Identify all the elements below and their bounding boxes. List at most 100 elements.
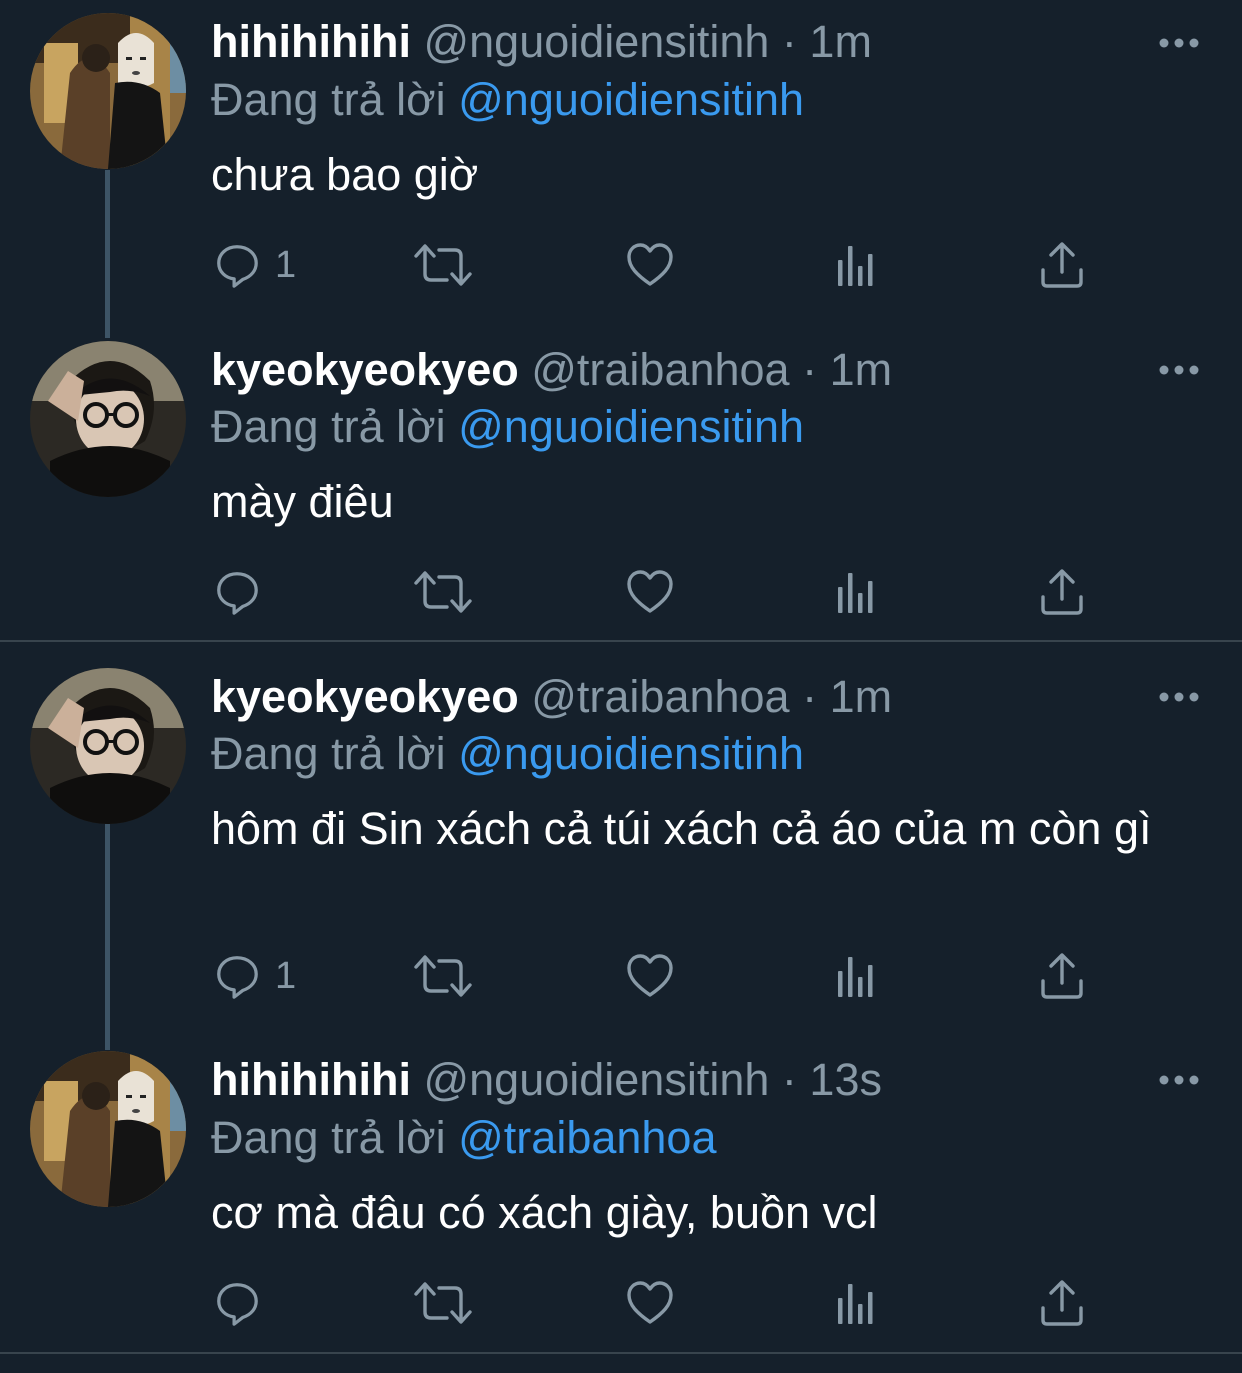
replying-to: Đang trả lời @nguoidiensitinh [211,726,804,782]
divider [0,640,1242,642]
tweet-text: cơ mà đâu có xách giày, buồn vcl [211,1187,878,1238]
tweet-text: chưa bao giờ [211,149,479,200]
display-name[interactable]: hihihihihi [211,16,411,67]
display-name[interactable]: hihihihihi [211,1054,411,1105]
tweet-actions: 1 [0,951,1242,1001]
share-button[interactable] [1037,567,1087,617]
like-icon [625,240,675,290]
more-icon[interactable] [1158,36,1200,50]
replying-to-label: Đang trả lời [211,728,446,779]
avatar-noface-image [30,1051,186,1207]
tweet[interactable]: kyeokyeokyeo @traibanhoa · 1m Đang trả l… [0,327,1242,641]
reply-icon [213,1279,261,1327]
replying-to: Đang trả lời @traibanhoa [211,1110,716,1166]
like-icon [625,567,675,617]
tweet-actions [0,1278,1242,1328]
tweet-actions [0,567,1242,617]
like-icon [625,951,675,1001]
replying-to: Đang trả lời @nguoidiensitinh [211,72,804,128]
avatar-glasses-image [30,341,186,497]
analytics-button[interactable] [834,240,878,290]
analytics-button[interactable] [834,567,878,617]
avatar[interactable] [30,1051,186,1207]
mention-link[interactable]: @traibanhoa [458,1112,716,1163]
share-button[interactable] [1037,951,1087,1001]
reply-button[interactable] [213,567,275,617]
analytics-icon [834,951,878,1001]
retweet-icon [413,1278,473,1328]
dot-separator: · [802,671,818,722]
share-button[interactable] [1037,1278,1087,1328]
analytics-icon [834,240,878,290]
retweet-button[interactable] [413,951,473,1001]
timestamp[interactable]: 1m [830,671,893,722]
user-handle[interactable]: @traibanhoa [531,671,789,722]
more-icon[interactable] [1158,1073,1200,1087]
mention-link[interactable]: @nguoidiensitinh [458,74,804,125]
reply-icon [213,568,261,616]
tweet-text: hôm đi Sin xách cả túi xách cả áo của m … [211,803,1152,854]
share-button[interactable] [1037,240,1087,290]
analytics-icon [834,567,878,617]
timestamp[interactable]: 1m [809,16,872,67]
display-name[interactable]: kyeokyeokyeo [211,671,519,722]
replying-to-label: Đang trả lời [211,1112,446,1163]
user-handle[interactable]: @traibanhoa [531,344,789,395]
retweet-button[interactable] [413,567,473,617]
user-handle[interactable]: @nguoidiensitinh [423,1054,769,1105]
like-button[interactable] [625,1278,675,1328]
share-icon [1037,240,1087,290]
tweet-actions: 1 [0,240,1242,290]
replying-to-label: Đang trả lời [211,74,446,125]
like-button[interactable] [625,240,675,290]
user-handle[interactable]: @nguoidiensitinh [423,16,769,67]
tweet-header: hihihihihi @nguoidiensitinh · 1m [211,14,872,70]
more-icon[interactable] [1158,363,1200,377]
timestamp[interactable]: 1m [830,344,893,395]
retweet-button[interactable] [413,240,473,290]
retweet-button[interactable] [413,1278,473,1328]
analytics-button[interactable] [834,1278,878,1328]
avatar-glasses-image [30,668,186,824]
dot-separator: · [802,344,818,395]
retweet-icon [413,567,473,617]
mention-link[interactable]: @nguoidiensitinh [458,728,804,779]
reply-button[interactable] [213,1278,275,1328]
share-icon [1037,951,1087,1001]
reply-count: 1 [275,244,297,286]
like-button[interactable] [625,567,675,617]
analytics-button[interactable] [834,951,878,1001]
replying-to-label: Đang trả lời [211,401,446,452]
tweet-text: mày điêu [211,476,394,527]
replying-to: Đang trả lời @nguoidiensitinh [211,399,804,455]
reply-button[interactable]: 1 [213,951,296,1001]
more-icon[interactable] [1158,690,1200,704]
reply-button[interactable]: 1 [213,240,296,290]
tweet[interactable]: kyeokyeokyeo @traibanhoa · 1m Đang trả l… [0,654,1242,1037]
share-icon [1037,1278,1087,1328]
avatar[interactable] [30,341,186,497]
tweet-header: hihihihihi @nguoidiensitinh · 13s [211,1052,882,1108]
avatar[interactable] [30,13,186,169]
retweet-icon [413,240,473,290]
tweet[interactable]: hihihihihi @nguoidiensitinh · 1m Đang tr… [0,0,1242,327]
analytics-icon [834,1278,878,1328]
timestamp[interactable]: 13s [809,1054,882,1105]
retweet-icon [413,951,473,1001]
divider [0,1352,1242,1354]
reply-icon [213,241,261,289]
share-icon [1037,567,1087,617]
dot-separator: · [781,1054,797,1105]
reply-icon [213,952,261,1000]
reply-count: 1 [275,955,297,997]
tweet[interactable]: hihihihihi @nguoidiensitinh · 13s Đang t… [0,1037,1242,1353]
mention-link[interactable]: @nguoidiensitinh [458,401,804,452]
display-name[interactable]: kyeokyeokyeo [211,344,519,395]
avatar[interactable] [30,668,186,824]
avatar-noface-image [30,13,186,169]
dot-separator: · [781,16,797,67]
like-button[interactable] [625,951,675,1001]
like-icon [625,1278,675,1328]
tweet-header: kyeokyeokyeo @traibanhoa · 1m [211,342,892,398]
tweet-header: kyeokyeokyeo @traibanhoa · 1m [211,669,892,725]
